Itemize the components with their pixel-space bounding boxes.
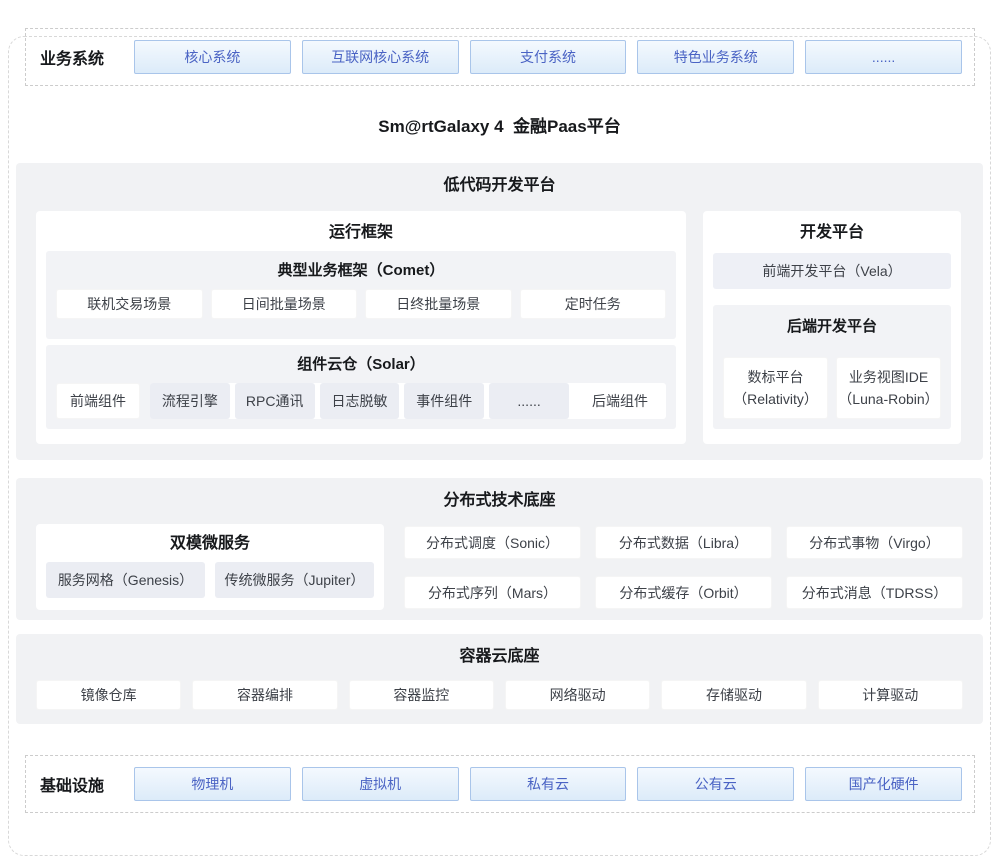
lowcode-platform-section: 低代码开发平台 运行框架 典型业务框架（Comet） 联机交易场景 日间批量场景… [16, 163, 983, 460]
solar-panel: 组件云仓（Solar） 前端组件 流程引擎 RPC通讯 日志脱敏 事件组件 ..… [46, 345, 676, 429]
luna-robin-line2: （Luna-Robin） [838, 388, 938, 410]
infra-private-cloud[interactable]: 私有云 [470, 767, 627, 801]
distributed-grid: 分布式调度（Sonic） 分布式数据（Libra） 分布式事物（Virgo） 分… [404, 526, 963, 610]
comet-item-intraday-batch[interactable]: 日间批量场景 [211, 289, 358, 319]
relativity-line2: （Relativity） [733, 388, 818, 410]
sonic-scheduling[interactable]: 分布式调度（Sonic） [404, 526, 581, 559]
orbit-cache[interactable]: 分布式缓存（Orbit） [595, 576, 772, 609]
tdrss-message[interactable]: 分布式消息（TDRSS） [786, 576, 963, 609]
solar-frontend-component[interactable]: 前端组件 [56, 383, 140, 419]
business-systems-buttons: 核心系统 互联网核心系统 支付系统 特色业务系统 ...... [134, 40, 962, 74]
backend-dev-row: 数标平台 （Relativity） 业务视图IDE （Luna-Robin） [723, 357, 941, 419]
dev-platform-title: 开发平台 [713, 221, 951, 245]
business-system-core[interactable]: 核心系统 [134, 40, 291, 74]
relativity-platform[interactable]: 数标平台 （Relativity） [723, 357, 828, 419]
solar-backend-component: 后端组件 [574, 383, 666, 419]
lowcode-body: 运行框架 典型业务框架（Comet） 联机交易场景 日间批量场景 日终批量场景 … [36, 211, 963, 444]
solar-row: 前端组件 流程引擎 RPC通讯 日志脱敏 事件组件 ...... 后端组件 [56, 383, 666, 419]
dual-mode-row: 服务网格（Genesis） 传统微服务（Jupiter） [46, 562, 374, 598]
backend-dev-panel: 后端开发平台 数标平台 （Relativity） 业务视图IDE （Luna-R… [713, 305, 951, 429]
infra-domestic-hardware[interactable]: 国产化硬件 [805, 767, 962, 801]
backend-dev-title: 后端开发平台 [723, 315, 941, 339]
genesis-service-mesh[interactable]: 服务网格（Genesis） [46, 562, 205, 598]
container-monitoring[interactable]: 容器监控 [349, 680, 494, 710]
business-system-special[interactable]: 特色业务系统 [637, 40, 794, 74]
solar-item-rpc[interactable]: RPC通讯 [235, 383, 315, 419]
virgo-transaction[interactable]: 分布式事物（Virgo） [786, 526, 963, 559]
comet-item-online-trade[interactable]: 联机交易场景 [56, 289, 203, 319]
lowcode-platform-title: 低代码开发平台 [36, 173, 963, 199]
relativity-line1: 数标平台 [748, 366, 804, 388]
jupiter-traditional-microservice[interactable]: 传统微服务（Jupiter） [215, 562, 374, 598]
infra-physical-machine[interactable]: 物理机 [134, 767, 291, 801]
luna-robin-ide[interactable]: 业务视图IDE （Luna-Robin） [836, 357, 941, 419]
solar-item-more[interactable]: ...... [489, 383, 569, 419]
compute-driver[interactable]: 计算驱动 [818, 680, 963, 710]
infra-public-cloud[interactable]: 公有云 [637, 767, 794, 801]
comet-item-timed-task[interactable]: 定时任务 [520, 289, 667, 319]
comet-title: 典型业务框架（Comet） [56, 259, 666, 283]
comet-panel: 典型业务框架（Comet） 联机交易场景 日间批量场景 日终批量场景 定时任务 [46, 251, 676, 339]
business-system-payment[interactable]: 支付系统 [470, 40, 627, 74]
luna-robin-line1: 业务视图IDE [849, 366, 928, 388]
dual-mode-title: 双模微服务 [46, 532, 374, 556]
runtime-framework-title: 运行框架 [46, 221, 676, 245]
main-title: Sm@rtGalaxy 4 金融Paas平台 [378, 112, 620, 137]
solar-title: 组件云仓（Solar） [56, 353, 666, 377]
image-registry[interactable]: 镜像仓库 [36, 680, 181, 710]
infrastructure-label: 基础设施 [38, 772, 134, 796]
distributed-body: 双模微服务 服务网格（Genesis） 传统微服务（Jupiter） 分布式调度… [36, 524, 963, 610]
infrastructure-buttons: 物理机 虚拟机 私有云 公有云 国产化硬件 [134, 767, 962, 801]
business-system-internet-core[interactable]: 互联网核心系统 [302, 40, 459, 74]
storage-driver[interactable]: 存储驱动 [661, 680, 806, 710]
comet-row: 联机交易场景 日间批量场景 日终批量场景 定时任务 [56, 289, 666, 319]
container-cloud-title: 容器云底座 [36, 644, 963, 670]
solar-item-process-engine[interactable]: 流程引擎 [150, 383, 230, 419]
business-systems-row: 业务系统 核心系统 互联网核心系统 支付系统 特色业务系统 ...... [25, 28, 975, 86]
vela-frontend-dev-platform[interactable]: 前端开发平台（Vela） [713, 253, 951, 289]
infra-virtual-machine[interactable]: 虚拟机 [302, 767, 459, 801]
business-systems-label: 业务系统 [38, 45, 134, 69]
business-system-more[interactable]: ...... [805, 40, 962, 74]
container-orchestration[interactable]: 容器编排 [192, 680, 337, 710]
libra-data[interactable]: 分布式数据（Libra） [595, 526, 772, 559]
solar-strip: 流程引擎 RPC通讯 日志脱敏 事件组件 ...... 后端组件 [150, 383, 666, 419]
solar-item-event-component[interactable]: 事件组件 [404, 383, 484, 419]
runtime-framework-panel: 运行框架 典型业务框架（Comet） 联机交易场景 日间批量场景 日终批量场景 … [36, 211, 686, 444]
mars-sequence[interactable]: 分布式序列（Mars） [404, 576, 581, 609]
container-cloud-row: 镜像仓库 容器编排 容器监控 网络驱动 存储驱动 计算驱动 [36, 680, 963, 710]
infrastructure-row: 基础设施 物理机 虚拟机 私有云 公有云 国产化硬件 [25, 755, 975, 813]
dev-platform-panel: 开发平台 前端开发平台（Vela） 后端开发平台 数标平台 （Relativit… [703, 211, 961, 444]
distributed-base-section: 分布式技术底座 双模微服务 服务网格（Genesis） 传统微服务（Jupite… [16, 478, 983, 620]
network-driver[interactable]: 网络驱动 [505, 680, 650, 710]
solar-item-log-masking[interactable]: 日志脱敏 [320, 383, 400, 419]
distributed-base-title: 分布式技术底座 [36, 488, 963, 514]
container-cloud-section: 容器云底座 镜像仓库 容器编排 容器监控 网络驱动 存储驱动 计算驱动 [16, 634, 983, 724]
comet-item-eod-batch[interactable]: 日终批量场景 [365, 289, 512, 319]
dual-mode-microservice-panel: 双模微服务 服务网格（Genesis） 传统微服务（Jupiter） [36, 524, 384, 610]
main-title-wrap: Sm@rtGalaxy 4 金融Paas平台 [0, 86, 999, 163]
